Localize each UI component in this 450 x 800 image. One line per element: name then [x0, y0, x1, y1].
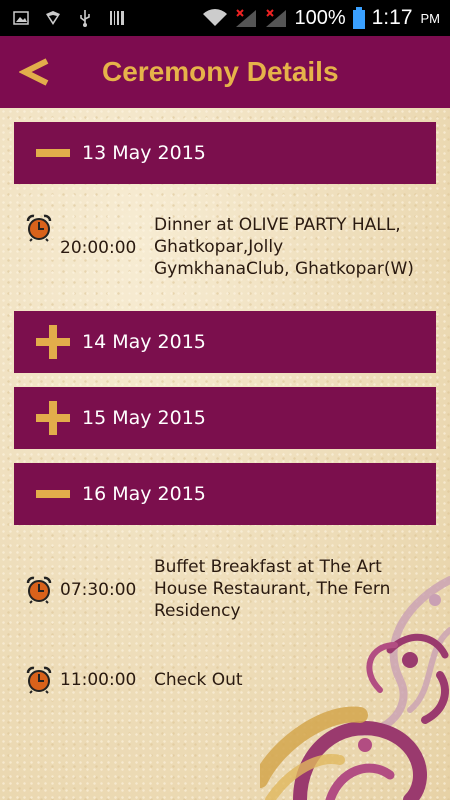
- event-description: Dinner at OLIVE PARTY HALL, Ghatkopar,Jo…: [154, 215, 414, 279]
- event-item: 20:00:00 Dinner at OLIVE PARTY HALL, Gha…: [26, 214, 436, 280]
- day-date: 16 May 2015: [82, 483, 206, 505]
- back-chevron-icon: [19, 58, 49, 86]
- battery-icon: [352, 7, 366, 29]
- clock-time: 1:17: [371, 6, 413, 29]
- day-header-16-may[interactable]: 16 May 2015: [14, 463, 436, 525]
- day-header-15-may[interactable]: 15 May 2015: [14, 387, 436, 449]
- event-time: 07:30:00: [60, 580, 137, 600]
- day-header-14-may[interactable]: 14 May 2015: [14, 311, 436, 373]
- day-date: 13 May 2015: [82, 142, 206, 164]
- event-time: 11:00:00: [60, 670, 137, 690]
- collapse-minus-icon: [36, 477, 70, 511]
- expand-plus-icon: [36, 401, 70, 435]
- alarm-clock-icon: [26, 214, 52, 242]
- usb-icon: [76, 10, 94, 27]
- back-button[interactable]: [0, 36, 70, 108]
- day-date: 15 May 2015: [82, 407, 206, 429]
- floral-decoration: [260, 576, 450, 800]
- collapse-minus-icon: [36, 136, 70, 170]
- signal-icon-sim2: [264, 9, 288, 27]
- battery-percent: 100%: [294, 6, 346, 29]
- event-time: 20:00:00: [60, 238, 137, 258]
- day-date: 14 May 2015: [82, 331, 206, 353]
- wifi-icon: [202, 9, 228, 26]
- alarm-clock-icon: [26, 666, 52, 694]
- status-bar: 100% 1:17 PM: [0, 0, 450, 36]
- app-bar: Ceremony Details: [0, 36, 450, 108]
- gallery-icon: [12, 10, 30, 26]
- clock-ampm: PM: [420, 10, 441, 26]
- alarm-clock-icon: [26, 576, 52, 604]
- shield-icon: [44, 10, 62, 26]
- day-header-13-may[interactable]: 13 May 2015: [14, 122, 436, 184]
- signal-icon-sim1: [234, 9, 258, 27]
- page-title: Ceremony Details: [102, 56, 339, 87]
- barcode-icon: [108, 10, 126, 26]
- expand-plus-icon: [36, 325, 70, 359]
